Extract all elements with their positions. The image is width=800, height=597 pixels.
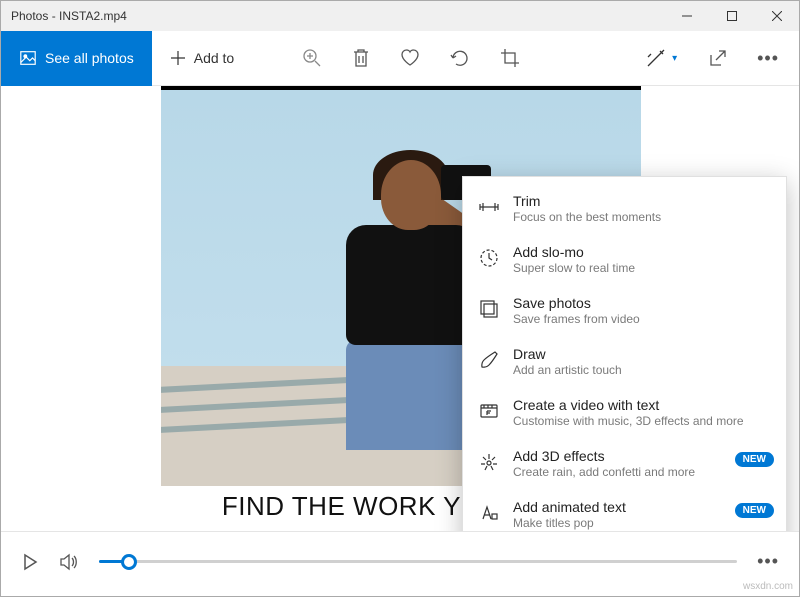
dd-sub: Save frames from video bbox=[513, 312, 772, 326]
dropdown-animtext[interactable]: Add animated textMake titles pop NEW bbox=[463, 489, 786, 531]
dd-sub: Super slow to real time bbox=[513, 261, 772, 275]
dd-sub: Make titles pop bbox=[513, 516, 772, 530]
dropdown-draw[interactable]: DrawAdd an artistic touch bbox=[463, 336, 786, 387]
close-button[interactable] bbox=[754, 1, 799, 31]
dropdown-videotext[interactable]: Create a video with textCustomise with m… bbox=[463, 387, 786, 438]
dd-sub: Focus on the best moments bbox=[513, 210, 772, 224]
add-to-label: Add to bbox=[194, 50, 234, 66]
maximize-button[interactable] bbox=[709, 1, 754, 31]
play-button[interactable] bbox=[21, 553, 39, 571]
playback-more-icon[interactable]: ••• bbox=[757, 551, 779, 572]
dd-title: Add animated text bbox=[513, 499, 772, 515]
rotate-icon[interactable] bbox=[450, 48, 470, 68]
dd-sub: Create rain, add confetti and more bbox=[513, 465, 772, 479]
delete-icon[interactable] bbox=[352, 48, 370, 68]
seek-slider[interactable] bbox=[99, 552, 737, 572]
chevron-down-icon: ▾ bbox=[672, 53, 677, 64]
toolbar: See all photos Add to ▾ ••• bbox=[1, 31, 799, 86]
dd-title: Create a video with text bbox=[513, 397, 772, 413]
playback-bar: ••• bbox=[1, 531, 799, 591]
new-badge: NEW bbox=[735, 503, 774, 518]
videotext-icon bbox=[477, 399, 501, 423]
dropdown-slomo[interactable]: Add slo-moSuper slow to real time bbox=[463, 234, 786, 285]
dd-sub: Customise with music, 3D effects and mor… bbox=[513, 414, 772, 428]
dd-title: Draw bbox=[513, 346, 772, 362]
share-icon[interactable] bbox=[707, 48, 727, 68]
seek-thumb[interactable] bbox=[121, 554, 137, 570]
add-to-button[interactable]: Add to bbox=[152, 31, 252, 86]
effects3d-icon bbox=[477, 450, 501, 474]
dd-title: Add slo-mo bbox=[513, 244, 772, 260]
draw-icon bbox=[477, 348, 501, 372]
window-title: Photos - INSTA2.mp4 bbox=[11, 9, 664, 23]
edit-create-button[interactable]: ▾ bbox=[646, 48, 677, 68]
edit-create-dropdown: TrimFocus on the best moments Add slo-mo… bbox=[462, 176, 787, 531]
minimize-button[interactable] bbox=[664, 1, 709, 31]
slomo-icon bbox=[477, 246, 501, 270]
dd-sub: Add an artistic touch bbox=[513, 363, 772, 377]
favorite-icon[interactable] bbox=[400, 48, 420, 68]
dropdown-savephotos[interactable]: Save photosSave frames from video bbox=[463, 285, 786, 336]
image-icon bbox=[19, 49, 37, 67]
zoom-icon[interactable] bbox=[302, 48, 322, 68]
dd-title: Trim bbox=[513, 193, 772, 209]
dropdown-trim[interactable]: TrimFocus on the best moments bbox=[463, 183, 786, 234]
see-all-photos-button[interactable]: See all photos bbox=[1, 31, 152, 86]
new-badge: NEW bbox=[735, 452, 774, 467]
watermark: wsxdn.com bbox=[743, 581, 793, 592]
titlebar: Photos - INSTA2.mp4 bbox=[1, 1, 799, 31]
more-icon[interactable]: ••• bbox=[757, 48, 779, 69]
trim-icon bbox=[477, 195, 501, 219]
video-canvas: FIND THE WORK YOU LOVE TrimFocus on the … bbox=[1, 86, 799, 531]
see-all-photos-label: See all photos bbox=[45, 50, 134, 66]
dd-title: Add 3D effects bbox=[513, 448, 772, 464]
crop-icon[interactable] bbox=[500, 48, 520, 68]
volume-button[interactable] bbox=[59, 553, 79, 571]
edit-icon bbox=[646, 48, 666, 68]
plus-icon bbox=[170, 50, 186, 66]
saveframe-icon bbox=[477, 297, 501, 321]
animtext-icon bbox=[477, 501, 501, 525]
dropdown-3deffects[interactable]: Add 3D effectsCreate rain, add confetti … bbox=[463, 438, 786, 489]
dd-title: Save photos bbox=[513, 295, 772, 311]
